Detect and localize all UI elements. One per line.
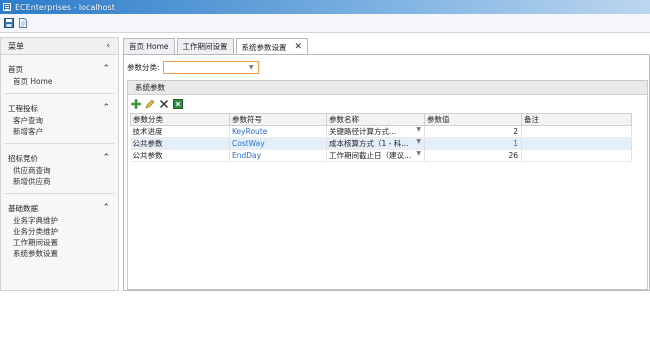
sidebar-group-title: 首页 xyxy=(8,64,23,74)
chevron-up-icon: ⌃ xyxy=(102,63,110,74)
tab-home[interactable]: 首页 Home xyxy=(123,38,175,54)
column-header[interactable]: 参数名称 xyxy=(326,113,425,126)
tab-label: 首页 Home xyxy=(129,42,169,51)
sidebar-item-customer-query[interactable]: 客户查询 xyxy=(13,115,118,126)
sidebar-item-work-period[interactable]: 工作期间设置 xyxy=(13,237,118,248)
export-excel-icon[interactable] xyxy=(173,99,183,109)
column-header[interactable]: 参数分类 xyxy=(130,113,230,126)
sidebar-menu: 菜单 ‹ 首页 ⌃ 首页 Home 工程投标 ⌃ 客户查询 新增客户 招标竞价 … xyxy=(0,37,119,291)
name-value: 关键路径计算方式... xyxy=(329,127,397,136)
name-cell[interactable]: 成本核算方式（1 - 科... ▼ xyxy=(326,137,425,150)
tab-label: 工作期间设置 xyxy=(182,42,228,51)
sidebar-item-category[interactable]: 业务分类维护 xyxy=(13,226,118,237)
symbol-cell: EndDay xyxy=(229,149,327,162)
tab-work-period[interactable]: 工作期间设置 xyxy=(176,38,234,54)
sidebar-group-title: 工程投标 xyxy=(8,103,38,113)
value-cell[interactable]: 2 xyxy=(424,125,522,138)
sidebar-group-header[interactable]: 首页 ⌃ xyxy=(1,62,118,76)
add-icon[interactable] xyxy=(131,99,141,109)
main-area: 首页 Home 工作期间设置 系统参数设置 ✕ 参数分类: ▼ 系统参数 参数分… xyxy=(123,38,650,291)
category-cell: 公共参数 xyxy=(130,149,230,162)
category-select[interactable]: ▼ xyxy=(162,61,259,74)
value-cell[interactable]: 26 xyxy=(424,149,522,162)
tab-system-params[interactable]: 系统参数设置 ✕ xyxy=(235,38,309,55)
params-panel: 系统参数 参数分类 参数符号 参数名称 参数值 备注 技术进度 KeyRoute… xyxy=(127,80,648,290)
filter-label: 参数分类: xyxy=(127,63,160,72)
sidebar-group-header[interactable]: 招标竞价 ⌃ xyxy=(1,151,118,165)
chevron-up-icon: ⌃ xyxy=(102,102,110,113)
column-header[interactable]: 参数符号 xyxy=(229,113,327,126)
name-value: 成本核算方式（1 - 科... xyxy=(329,139,409,148)
sidebar-item-home[interactable]: 首页 Home xyxy=(13,76,118,87)
name-value: 工作期间截止日（建议... xyxy=(329,151,412,160)
chevron-up-icon: ⌃ xyxy=(102,152,110,163)
sidebar-group-home: 首页 ⌃ 首页 Home xyxy=(1,62,118,94)
divider xyxy=(5,193,114,194)
sidebar-header: 菜单 ‹ xyxy=(1,38,118,55)
sidebar-group-title: 基础数据 xyxy=(8,203,38,213)
note-cell[interactable] xyxy=(521,137,632,150)
chevron-up-icon: ⌃ xyxy=(102,202,110,213)
sidebar-item-system-params[interactable]: 系统参数设置 xyxy=(13,248,118,259)
chevron-down-icon: ▼ xyxy=(416,126,421,133)
symbol-cell: KeyRoute xyxy=(229,125,327,138)
value-cell[interactable]: 1 xyxy=(424,137,522,150)
category-cell: 技术进度 xyxy=(130,125,230,138)
column-header[interactable]: 备注 xyxy=(521,113,632,126)
sidebar-item-supplier-query[interactable]: 供应商查询 xyxy=(13,165,118,176)
sidebar-item-dictionary[interactable]: 业务字典维护 xyxy=(13,215,118,226)
params-table: 参数分类 参数符号 参数名称 参数值 备注 技术进度 KeyRoute 关键路径… xyxy=(130,113,632,162)
sidebar-item-add-supplier[interactable]: 新增供应商 xyxy=(13,176,118,187)
table-row[interactable]: 技术进度 KeyRoute 关键路径计算方式... ▼ 2 xyxy=(130,125,632,138)
sidebar-group-title: 招标竞价 xyxy=(8,153,38,163)
sidebar-group-basic-data: 基础数据 ⌃ 业务字典维护 业务分类维护 工作期间设置 系统参数设置 xyxy=(1,201,118,259)
divider xyxy=(5,93,114,94)
chevron-down-icon: ▼ xyxy=(416,150,421,157)
window-title: ECEnterprises - localhost xyxy=(15,2,115,12)
delete-icon[interactable] xyxy=(159,99,169,109)
name-cell[interactable]: 工作期间截止日（建议... ▼ xyxy=(326,149,425,162)
chevron-down-icon: ▼ xyxy=(248,64,254,71)
tab-label: 系统参数设置 xyxy=(241,42,287,52)
divider xyxy=(5,143,114,144)
table-header-row: 参数分类 参数符号 参数名称 参数值 备注 xyxy=(130,113,632,126)
app-icon xyxy=(3,3,11,11)
chevron-down-icon: ▼ xyxy=(416,138,421,145)
tab-content: 参数分类: ▼ 系统参数 参数分类 参数符号 参数名称 参数值 备注 技术进度 … xyxy=(123,54,650,291)
sidebar-group-header[interactable]: 工程投标 ⌃ xyxy=(1,101,118,115)
collapse-sidebar-icon[interactable]: ‹ xyxy=(106,41,110,51)
tab-strip: 首页 Home 工作期间设置 系统参数设置 ✕ xyxy=(123,38,310,55)
note-cell[interactable] xyxy=(521,125,632,138)
filter-row: 参数分类: ▼ xyxy=(127,61,259,74)
close-tab-icon[interactable]: ✕ xyxy=(295,42,303,52)
symbol-cell: CostWay xyxy=(229,137,327,150)
table-row[interactable]: 公共参数 CostWay 成本核算方式（1 - 科... ▼ 1 xyxy=(130,137,632,150)
sidebar-item-add-customer[interactable]: 新增客户 xyxy=(13,126,118,137)
window-title-bar: ECEnterprises - localhost xyxy=(0,0,650,14)
sidebar-title: 菜单 xyxy=(8,41,24,51)
toolbar xyxy=(0,14,650,33)
name-cell[interactable]: 关键路径计算方式... ▼ xyxy=(326,125,425,138)
edit-icon[interactable] xyxy=(145,99,155,109)
panel-toolbar xyxy=(128,95,647,113)
sidebar-group-header[interactable]: 基础数据 ⌃ xyxy=(1,201,118,215)
save-icon[interactable] xyxy=(3,18,14,29)
category-cell: 公共参数 xyxy=(130,137,230,150)
sidebar-group-tender: 招标竞价 ⌃ 供应商查询 新增供应商 xyxy=(1,151,118,194)
note-cell[interactable] xyxy=(521,149,632,162)
column-header[interactable]: 参数值 xyxy=(424,113,522,126)
panel-title: 系统参数 xyxy=(128,81,647,95)
sidebar-group-bidding: 工程投标 ⌃ 客户查询 新增客户 xyxy=(1,101,118,144)
document-icon[interactable] xyxy=(17,18,28,29)
table-row[interactable]: 公共参数 EndDay 工作期间截止日（建议... ▼ 26 xyxy=(130,149,632,162)
